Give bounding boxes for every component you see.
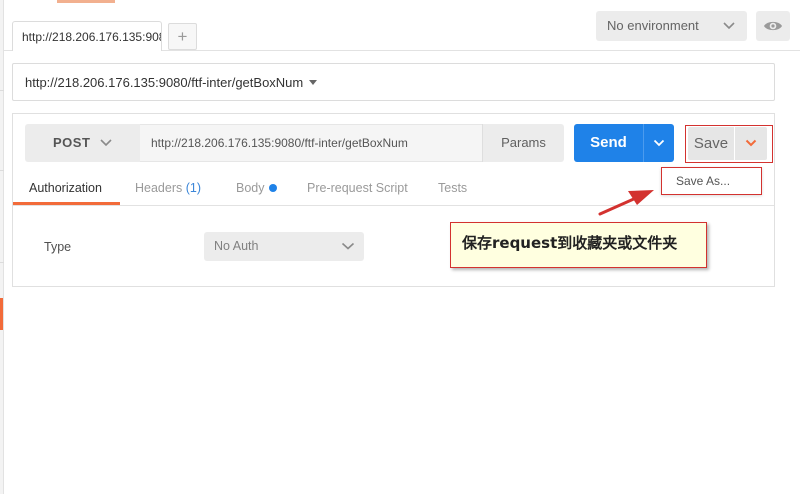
chevron-down-icon [653,139,665,147]
auth-type-label: Type [44,240,72,254]
save-button[interactable]: Save [688,127,734,160]
sidebar-edge [0,0,4,494]
auth-type-select[interactable]: No Auth [204,232,364,261]
app-window: http://218.206.176.135:9080/ftf-inter/ge… [0,0,800,494]
active-tab-underline [13,202,120,205]
environment-quick-look-button[interactable] [756,11,790,41]
save-as-menu-item[interactable]: Save As... [661,167,762,195]
send-button[interactable]: Send [574,124,643,162]
params-button[interactable]: Params [482,124,564,162]
chevron-down-icon [745,139,757,147]
save-dropdown-button[interactable] [735,127,767,160]
chevron-down-icon [99,124,113,177]
request-tab[interactable]: http://218.206.176.135:9080/ftf-inter/ge… [12,21,162,51]
tab-prerequest-script[interactable]: Pre-request Script [307,181,408,195]
tab-headers[interactable]: Headers (1) [135,181,201,195]
tab-body[interactable]: Body [236,181,277,195]
annotation-callout: 保存request到收藏夹或文件夹 [450,222,707,268]
tab-tests[interactable]: Tests [438,181,467,195]
send-dropdown-button[interactable] [643,124,674,162]
tab-authorization[interactable]: Authorization [29,181,102,195]
tab-body-label: Body [236,181,265,195]
request-tab-label: http://218.206.176.135:9080/ftf-inter/ge… [22,30,161,44]
headers-count-badge: (1) [185,181,202,195]
sidebar-divider [0,90,4,91]
sidebar-divider [0,262,4,263]
url-input[interactable]: http://218.206.176.135:9080/ftf-inter/ge… [140,124,482,162]
sub-tabs-divider [13,205,774,206]
auth-type-value: No Auth [214,239,259,253]
plus-icon: + [177,27,188,46]
caret-down-icon [309,80,318,86]
request-name-bar[interactable]: http://218.206.176.135:9080/ftf-inter/ge… [12,63,775,101]
method-select[interactable]: POST [25,124,140,162]
sidebar-divider [0,170,4,171]
environment-select-value: No environment [607,18,699,33]
body-modified-dot-icon [268,183,277,192]
environment-select[interactable]: No environment [596,11,747,41]
eye-icon [764,21,782,31]
chevron-down-icon [341,232,355,272]
top-accent-bar [57,0,115,3]
method-value: POST [53,135,91,150]
add-tab-button[interactable]: + [168,23,197,50]
sidebar-active-indicator [0,298,3,330]
chevron-down-icon [722,11,736,52]
tab-headers-label: Headers [135,181,183,195]
request-name: http://218.206.176.135:9080/ftf-inter/ge… [25,75,304,90]
url-input-value: http://218.206.176.135:9080/ftf-inter/ge… [151,136,408,150]
